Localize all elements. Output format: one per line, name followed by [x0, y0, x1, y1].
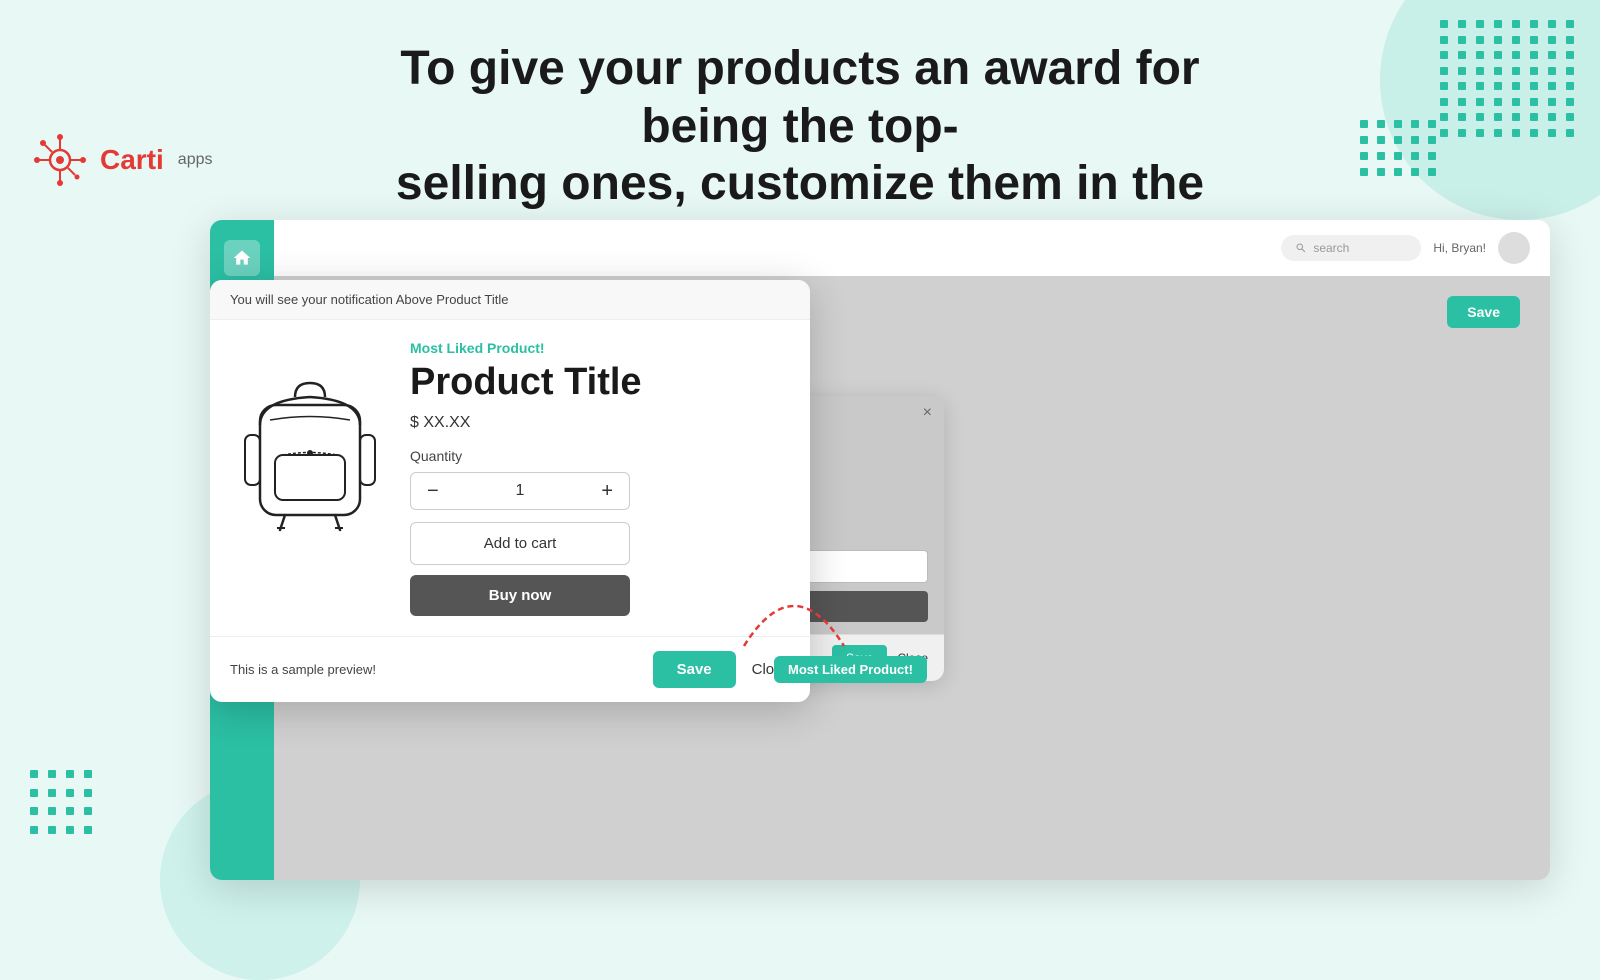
main-modal: You will see your notification Above Pro…	[210, 280, 810, 702]
floating-most-liked-badge: Most Liked Product!	[774, 656, 927, 683]
sample-preview-text: This is a sample preview!	[230, 662, 376, 677]
app-save-button[interactable]: Save	[1447, 296, 1520, 328]
backpack-svg	[235, 345, 385, 535]
product-title: Product Title	[410, 362, 790, 404]
modal-save-button[interactable]: Save	[653, 651, 736, 688]
product-details: Most Liked Product! Product Title $ XX.X…	[410, 340, 790, 616]
quantity-minus-button[interactable]: −	[427, 481, 439, 501]
quantity-label: Quantity	[410, 448, 790, 464]
logo-area: Carti apps	[30, 130, 213, 190]
hi-text: Hi, Bryan!	[1433, 241, 1486, 255]
sidebar-item-home[interactable]	[224, 240, 260, 276]
dots-bottom-left	[30, 770, 100, 840]
quantity-plus-button[interactable]: +	[601, 481, 613, 501]
quantity-value: 1	[459, 482, 582, 500]
add-to-cart-button[interactable]: Add to cart	[410, 522, 630, 565]
user-avatar	[1498, 232, 1530, 264]
modal-notification-bar: You will see your notification Above Pro…	[210, 280, 810, 320]
dashed-arc-container	[734, 576, 854, 661]
dashed-arc-svg	[734, 576, 854, 656]
modal-body: Most Liked Product! Product Title $ XX.X…	[210, 320, 810, 636]
buy-now-button[interactable]: Buy now	[410, 575, 630, 616]
app-window: search Hi, Bryan! Save × Liked Product! …	[210, 220, 1550, 880]
modal-footer: This is a sample preview! Save Close	[210, 636, 810, 702]
search-placeholder: search	[1313, 241, 1349, 255]
carti-logo-icon	[30, 130, 90, 190]
logo-apps: apps	[178, 151, 213, 169]
product-price: $ XX.XX	[410, 414, 790, 432]
product-image	[230, 340, 390, 540]
most-liked-badge: Most Liked Product!	[410, 340, 790, 356]
quantity-control: − 1 +	[410, 472, 630, 510]
logo-text: Carti	[100, 144, 164, 176]
app-topbar: search Hi, Bryan!	[274, 220, 1550, 276]
bg-modal-close-x[interactable]: ×	[923, 404, 932, 422]
search-bar[interactable]: search	[1281, 235, 1421, 261]
